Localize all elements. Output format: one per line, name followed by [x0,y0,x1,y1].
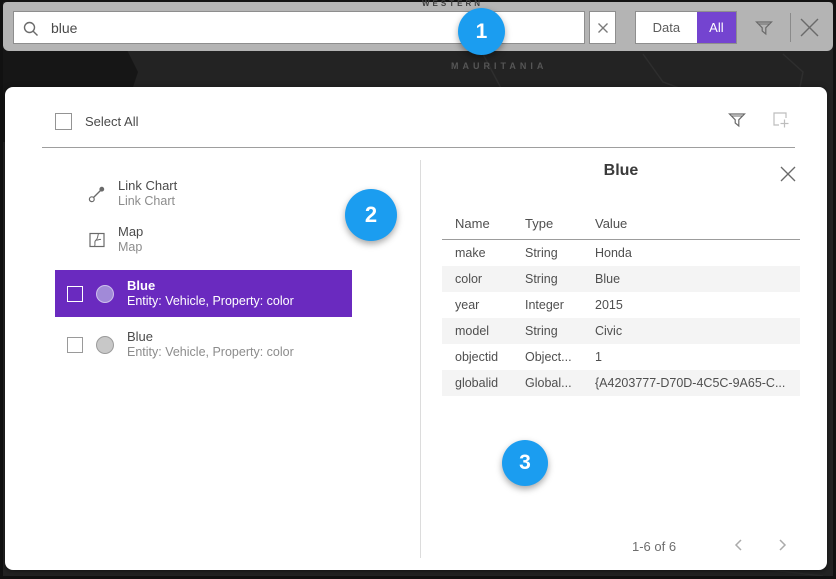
attr-type: String [525,246,558,260]
callout-badge-3: 3 [502,440,548,486]
attr-value: 2015 [595,298,623,312]
attr-name: globalid [455,376,498,390]
attr-type: Global... [525,376,572,390]
search-toolbar: Data All [3,2,833,51]
attr-type: Integer [525,298,564,312]
callout-badge-2: 2 [345,189,397,241]
column-header-name: Name [455,216,490,231]
attr-value: 1 [595,350,602,364]
pagination-label: 1-6 of 6 [632,539,676,554]
attr-value: Civic [595,324,622,338]
scope-toggle: Data All [635,11,737,44]
map-label-mauritania: MAURITANIA [451,61,547,71]
attr-value: {A4203777-D70D-4C5C-9A65-C... [595,376,785,390]
entity-dot-icon [96,285,114,303]
table-row: color String Blue [442,266,800,292]
result-checkbox[interactable] [67,337,83,353]
attr-value: Honda [595,246,632,260]
column-header-type: Type [525,216,553,231]
search-results-dialog: Select All Link Chart Link Chart Map Map [5,87,827,570]
result-subtitle: Map [118,240,143,255]
result-subtitle: Entity: Vehicle, Property: color [127,294,294,309]
result-item-link-chart[interactable]: Link Chart Link Chart [55,175,352,213]
toggle-option-data[interactable]: Data [636,12,697,43]
filter-icon[interactable] [754,18,774,38]
detail-close-icon[interactable] [779,165,797,183]
add-to-selection-icon[interactable] [771,110,791,130]
result-title: Blue [127,329,294,345]
attr-name: year [455,298,479,312]
attr-type: String [525,324,558,338]
attr-name: make [455,246,486,260]
clear-search-button[interactable] [589,11,616,44]
map-label-western: WESTERN [422,0,483,8]
close-search-icon[interactable] [798,16,821,39]
attribute-table-header: Name Type Value [442,216,800,236]
select-all-checkbox[interactable] [55,113,72,130]
table-row: model String Civic [442,318,800,344]
result-subtitle: Entity: Vehicle, Property: color [127,345,294,360]
result-item-blue[interactable]: Blue Entity: Vehicle, Property: color [55,323,352,367]
column-header-value: Value [595,216,627,231]
result-title: Link Chart [118,178,177,194]
table-row: globalid Global... {A4203777-D70D-4C5C-9… [442,370,800,396]
callout-badge-1: 1 [458,8,505,55]
table-row: make String Honda [442,240,800,266]
attr-name: model [455,324,489,338]
table-row: year Integer 2015 [442,292,800,318]
header-divider [42,147,795,148]
result-checkbox[interactable] [67,286,83,302]
results-filter-icon[interactable] [727,110,747,130]
select-all-label: Select All [85,114,138,129]
link-chart-icon [88,185,106,203]
panel-divider [420,160,421,558]
table-row: objectid Object... 1 [442,344,800,370]
result-subtitle: Link Chart [118,194,177,209]
result-title: Blue [127,278,294,294]
result-item-blue-selected[interactable]: Blue Entity: Vehicle, Property: color [55,270,352,317]
entity-dot-icon [96,336,114,354]
toolbar-divider [790,13,791,42]
attr-type: String [525,272,558,286]
detail-title: Blue [442,162,800,180]
attr-value: Blue [595,272,620,286]
attr-name: color [455,272,482,286]
pagination-prev-icon[interactable] [732,537,746,553]
result-title: Map [118,224,143,240]
attr-name: objectid [455,350,498,364]
toggle-option-all[interactable]: All [697,12,736,43]
result-item-map[interactable]: Map Map [55,221,352,259]
map-icon [88,231,106,249]
search-icon [23,21,39,37]
attr-type: Object... [525,350,572,364]
pagination-next-icon[interactable] [775,537,789,553]
clear-icon [597,22,609,34]
